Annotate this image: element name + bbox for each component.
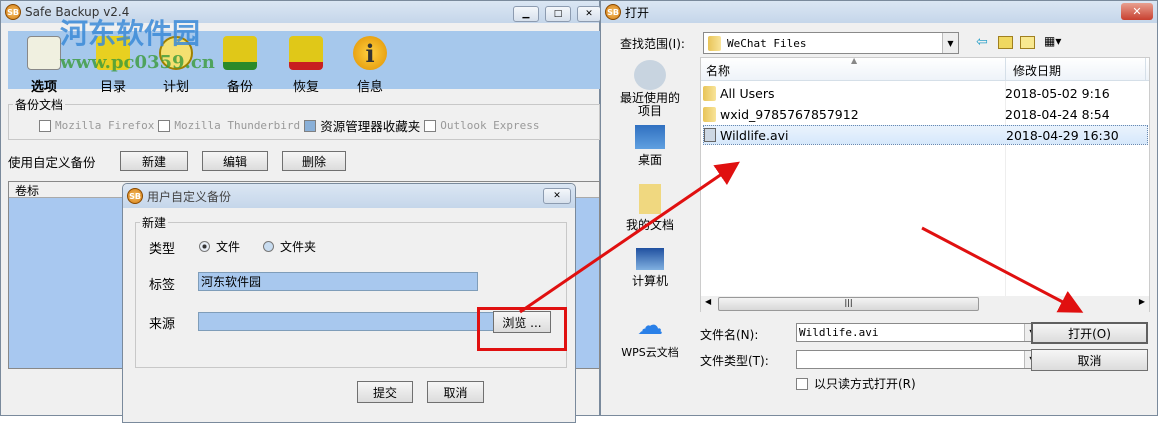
annotation-arrows [519, 161, 1084, 314]
arrow-to-open [921, 226, 1084, 313]
arrow-to-file [519, 161, 740, 314]
